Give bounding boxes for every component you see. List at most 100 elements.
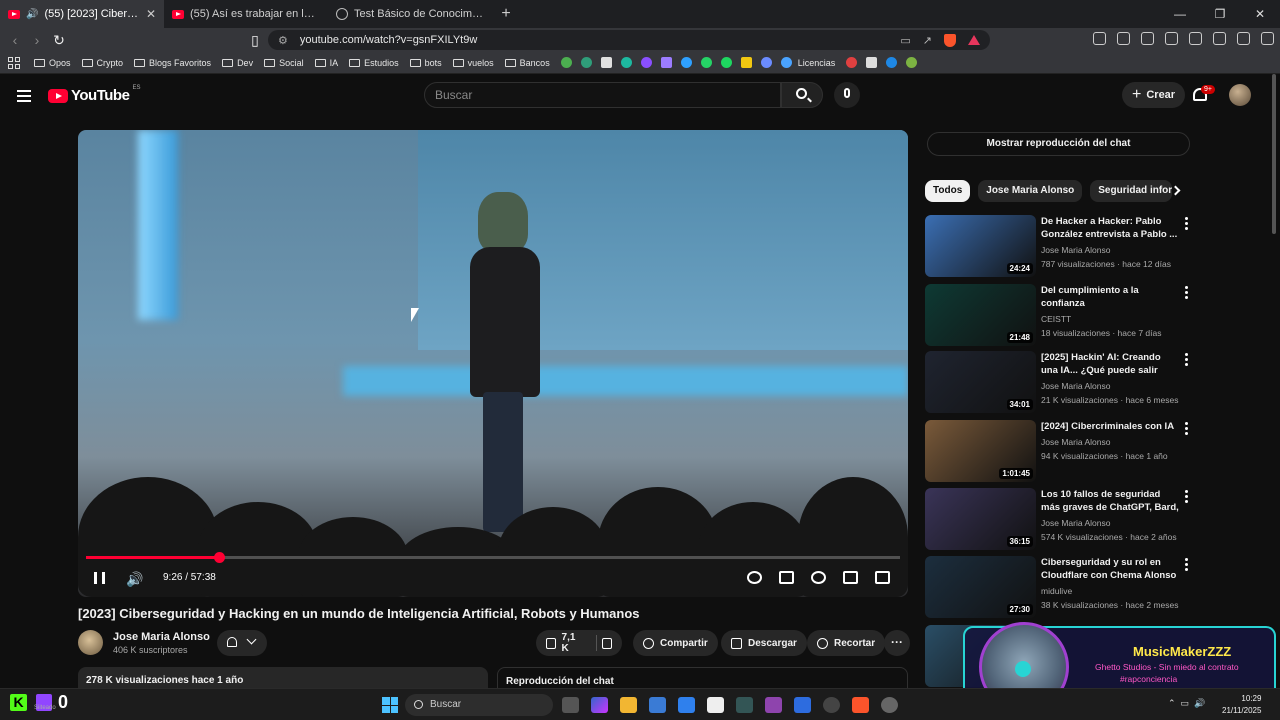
thumbs-down-icon[interactable] xyxy=(602,637,612,649)
channel-name[interactable]: CEISTT xyxy=(1041,314,1179,324)
chat-replay-box[interactable]: Reproducción del chat xyxy=(497,667,908,688)
autoplay-icon[interactable] xyxy=(747,571,762,584)
app-icon[interactable] xyxy=(707,697,724,713)
more-options-icon[interactable] xyxy=(1185,558,1188,573)
description-box[interactable]: 278 K visualizaciones hace 1 año xyxy=(78,667,488,688)
share-icon[interactable]: ↗ xyxy=(923,34,932,47)
more-options-icon[interactable] xyxy=(1185,490,1188,505)
channel-name[interactable]: Jose Maria Alonso xyxy=(113,631,210,643)
minimize-button[interactable]: — xyxy=(1160,0,1200,28)
show-chat-replay-button[interactable]: Mostrar reproducción del chat xyxy=(927,132,1190,156)
more-actions-button[interactable]: ··· xyxy=(884,630,910,656)
recommended-video[interactable]: 21:48 Del cumplimiento a la confianza CEIS… xyxy=(925,284,1195,348)
channel-name[interactable]: Jose Maria Alonso xyxy=(1041,437,1179,447)
screen-icon[interactable]: ▭ xyxy=(900,34,910,47)
vscode-icon[interactable] xyxy=(678,697,695,713)
file-explorer-icon[interactable] xyxy=(620,697,637,713)
maximize-button[interactable]: ❐ xyxy=(1200,0,1240,28)
windows-start-icon[interactable] xyxy=(382,697,398,713)
bookmark-site-icon[interactable] xyxy=(846,57,858,68)
bookmark-site-icon[interactable] xyxy=(640,57,652,68)
video-title[interactable]: Del cumplimiento a la confianza xyxy=(1041,284,1179,310)
settings-icon[interactable] xyxy=(811,571,826,584)
close-window-button[interactable]: ✕ xyxy=(1240,0,1280,28)
forward-button[interactable]: › xyxy=(26,32,48,48)
video-title[interactable]: [2024] Cibercriminales con IA xyxy=(1041,420,1179,433)
video-thumbnail[interactable]: 21:48 xyxy=(925,284,1036,346)
bookmark-site-icon[interactable] xyxy=(680,57,692,68)
recommended-video[interactable]: 24:24 De Hacker a Hacker: Pablo González … xyxy=(925,215,1195,279)
bookmark-folder[interactable]: Blogs Favoritos xyxy=(134,58,211,68)
browser-tab-2[interactable]: (55) Así es trabajar en la policía como xyxy=(164,0,328,28)
bookmark-site-icon[interactable] xyxy=(600,57,612,68)
new-tab-button[interactable]: + xyxy=(492,5,520,23)
recommended-video[interactable]: 34:01 [2025] Hackin' AI: Creando una IA..… xyxy=(925,351,1195,415)
recommended-video[interactable]: 1:01:45 [2024] Cibercriminales con IA Jose… xyxy=(925,420,1195,484)
browser-tab-3[interactable]: Test Básico de Conocimientos en Inst xyxy=(328,0,492,28)
channel-name[interactable]: Jose Maria Alonso xyxy=(1041,245,1179,255)
miniplayer-icon[interactable] xyxy=(843,571,858,584)
more-options-icon[interactable] xyxy=(1185,422,1188,437)
extension-icon[interactable] xyxy=(1213,32,1226,45)
bookmark-folder[interactable]: Crypto xyxy=(81,58,123,68)
clip-button[interactable]: Recortar xyxy=(807,630,886,656)
bookmark-site-icon[interactable] xyxy=(580,57,592,68)
bookmark-icon[interactable]: ▯ xyxy=(244,32,266,49)
close-icon[interactable]: ✕ xyxy=(146,7,156,21)
github-icon[interactable] xyxy=(823,697,840,713)
video-title[interactable]: Los 10 fallos de seguridad más graves de… xyxy=(1041,488,1179,514)
youtube-logo[interactable]: YouTube ES xyxy=(48,85,140,104)
recommended-video[interactable]: 36:15 Los 10 fallos de seguridad más grav… xyxy=(925,488,1195,552)
bookmark-site-icon[interactable] xyxy=(886,57,898,68)
channel-name[interactable]: Jose Maria Alonso xyxy=(1041,381,1179,391)
scrollbar[interactable] xyxy=(1272,74,1276,234)
video-thumbnail[interactable]: 1:01:45 xyxy=(925,420,1036,482)
volume-icon[interactable]: 🔊 xyxy=(126,571,143,588)
chip-all[interactable]: Todos xyxy=(925,180,971,202)
bookmark-site-icon[interactable] xyxy=(906,57,918,68)
video-player[interactable]: 🔊 9:26 / 57:38 xyxy=(78,130,908,597)
subscription-bell-button[interactable] xyxy=(217,630,267,656)
obs-icon[interactable] xyxy=(765,697,782,713)
video-thumbnail[interactable]: 27:30 xyxy=(925,556,1036,618)
app-icon[interactable] xyxy=(736,697,753,713)
clock[interactable]: 10:29 21/11/2025 xyxy=(1222,693,1261,717)
bookmark-folder[interactable]: Estudios xyxy=(349,58,399,68)
video-title[interactable]: Ciberseguridad y su rol en Cloudflare co… xyxy=(1041,556,1179,582)
bookmark-folder[interactable]: vuelos xyxy=(452,58,494,68)
video-thumbnail[interactable]: 24:24 xyxy=(925,215,1036,277)
channel-name[interactable]: Jose Maria Alonso xyxy=(1041,518,1179,528)
vpn-icon[interactable] xyxy=(1237,32,1250,45)
more-options-icon[interactable] xyxy=(1185,217,1188,232)
wallet-icon[interactable] xyxy=(1189,32,1202,45)
apps-grid-icon[interactable] xyxy=(8,56,20,69)
channel-avatar[interactable] xyxy=(78,630,103,655)
bookmark-folder[interactable]: Bancos xyxy=(504,58,550,68)
video-thumbnail[interactable]: 34:01 xyxy=(925,351,1036,413)
chip-channel[interactable]: Jose Maria Alonso xyxy=(978,180,1083,202)
extension-icon[interactable] xyxy=(1117,32,1130,45)
back-button[interactable]: ‹ xyxy=(4,32,26,48)
store-icon[interactable] xyxy=(649,697,666,713)
speaker-icon[interactable]: 🔊 xyxy=(26,9,38,20)
menu-icon[interactable] xyxy=(17,90,31,105)
bookmark-folder[interactable]: Dev xyxy=(222,58,253,68)
menu-icon[interactable] xyxy=(1261,32,1274,45)
whatsapp-icon[interactable] xyxy=(700,57,712,68)
channel-name[interactable]: midulive xyxy=(1041,586,1179,596)
brave-shield-icon[interactable] xyxy=(944,33,956,47)
sidebar-icon[interactable] xyxy=(1165,32,1178,45)
bookmark-site-icon[interactable] xyxy=(560,57,572,68)
create-button[interactable]: + Crear xyxy=(1122,82,1186,108)
video-thumbnail[interactable]: 36:15 xyxy=(925,488,1036,550)
taskbar-search[interactable]: Buscar xyxy=(405,694,553,716)
like-button[interactable]: 7,1 K xyxy=(536,630,622,656)
more-options-icon[interactable] xyxy=(1185,353,1188,368)
kick-icon[interactable]: K xyxy=(10,694,27,711)
bookmark-site-icon[interactable] xyxy=(866,57,878,68)
extension-icon[interactable] xyxy=(1093,32,1106,45)
brave-rewards-icon[interactable] xyxy=(968,35,980,45)
more-options-icon[interactable] xyxy=(1185,286,1188,301)
reload-button[interactable]: ↻ xyxy=(48,32,70,49)
download-button[interactable]: Descargar xyxy=(721,630,807,656)
